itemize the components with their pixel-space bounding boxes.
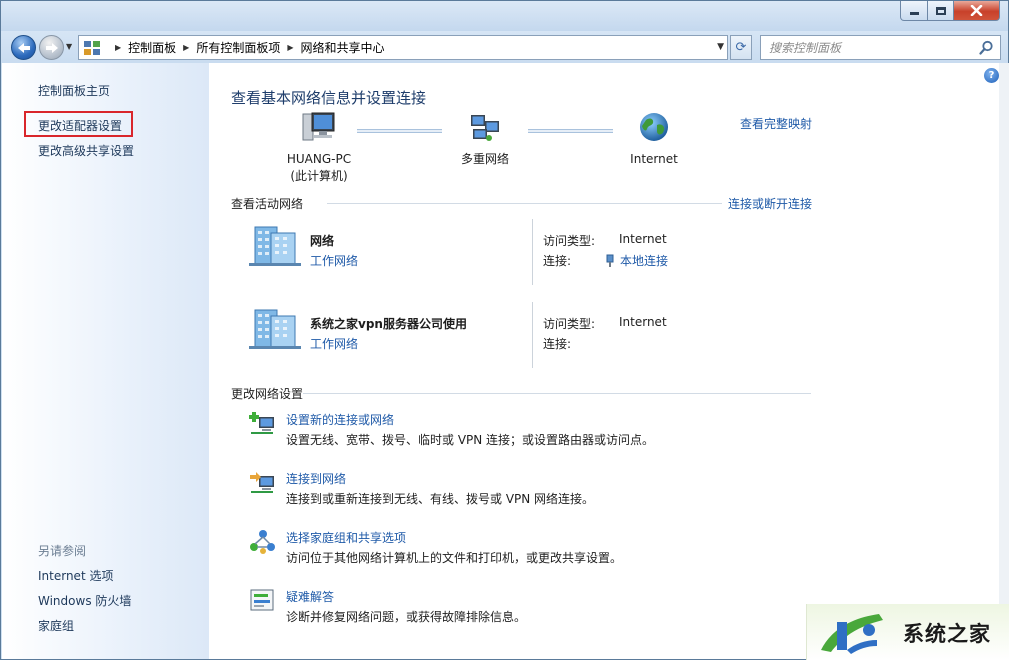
back-button[interactable]: [11, 35, 36, 60]
search-box: [760, 35, 1001, 60]
access-type-label: 访问类型:: [543, 317, 596, 331]
maximize-icon: [935, 6, 946, 15]
refresh-button[interactable]: ⟳: [730, 35, 752, 60]
sidebar: 控制面板主页 更改适配器设置 更改高级共享设置 另请参阅 Internet 选项…: [2, 63, 209, 659]
breadcrumb-network-center[interactable]: 网络和共享中心: [301, 39, 385, 56]
globe-icon: [640, 113, 668, 141]
close-icon: [970, 5, 983, 16]
multiple-networks-icon: [471, 115, 499, 141]
task-description: 连接到或重新连接到无线、有线、拨号或 VPN 网络连接。: [286, 492, 595, 506]
internet-label: Internet: [630, 152, 678, 166]
watermark-text: 系统之家: [903, 622, 991, 646]
address-bar[interactable]: ▶ 控制面板 ▶ 所有控制面板项 ▶ 网络和共享中心 ▼: [78, 35, 728, 60]
help-icon[interactable]: ?: [984, 68, 999, 83]
task-description: 设置无线、宽带、拨号、临时或 VPN 连接；或设置路由器或访问点。: [286, 433, 655, 447]
map-connection-line: [357, 129, 442, 133]
vertical-divider: [532, 302, 533, 368]
sidebar-item-internet-options[interactable]: Internet 选项: [38, 567, 113, 584]
recent-pages-dropdown[interactable]: ▼: [66, 42, 72, 51]
navigation-bar: ▼ ▶ 控制面板 ▶ 所有控制面板项 ▶ 网络和共享中心 ▼ ⟳: [1, 31, 1008, 63]
network-type-link[interactable]: 工作网络: [310, 335, 358, 352]
troubleshoot-icon[interactable]: [249, 588, 277, 614]
vertical-divider: [532, 219, 533, 285]
task-link[interactable]: 设置新的连接或网络: [286, 411, 394, 428]
network-type-link[interactable]: 工作网络: [310, 252, 358, 269]
breadcrumb-control-panel[interactable]: 控制面板: [128, 39, 176, 56]
task-item: 连接到网络 连接到或重新连接到无线、有线、拨号或 VPN 网络连接。: [249, 470, 809, 514]
task-item: 疑难解答 诊断并修复网络问题，或获得故障排除信息。: [249, 588, 809, 632]
see-also-heading: 另请参阅: [38, 544, 87, 558]
computer-subtitle: (此计算机): [290, 169, 348, 183]
page-title: 查看基本网络信息并设置连接: [231, 89, 427, 107]
task-link[interactable]: 连接到网络: [286, 470, 346, 487]
connection-label: 连接:: [543, 337, 572, 351]
access-type-value: Internet: [619, 315, 667, 329]
task-item: 设置新的连接或网络 设置无线、宽带、拨号、临时或 VPN 连接；或设置路由器或访…: [249, 411, 809, 455]
refresh-icon: ⟳: [735, 40, 747, 55]
task-link[interactable]: 选择家庭组和共享选项: [286, 529, 406, 546]
work-network-icon[interactable]: [249, 223, 301, 267]
connect-network-icon[interactable]: [249, 470, 277, 496]
breadcrumb-all-items[interactable]: 所有控制面板项: [196, 39, 280, 56]
map-node-multiple-networks[interactable]: 多重网络: [455, 111, 515, 168]
sidebar-item-homegroup[interactable]: 家庭组: [38, 617, 74, 634]
new-connection-icon[interactable]: [249, 411, 277, 437]
task-item: 选择家庭组和共享选项 访问位于其他网络计算机上的文件和打印机，或更改共享设置。: [249, 529, 809, 573]
scrollbar[interactable]: [999, 63, 1009, 659]
sidebar-item-home[interactable]: 控制面板主页: [38, 82, 110, 99]
minimize-button[interactable]: [900, 1, 928, 21]
computer-icon: [302, 112, 335, 141]
close-button[interactable]: [953, 1, 1000, 21]
change-settings-heading: 更改网络设置: [231, 387, 304, 401]
watermark: 系统之家: [806, 604, 1009, 660]
task-description: 访问位于其他网络计算机上的文件和打印机，或更改共享设置。: [286, 551, 623, 565]
forward-button[interactable]: [39, 35, 64, 60]
window: ▼ ▶ 控制面板 ▶ 所有控制面板项 ▶ 网络和共享中心 ▼ ⟳ 控制面板主页 …: [0, 0, 1009, 660]
section-divider: [303, 393, 811, 394]
forward-arrow-icon: [45, 42, 58, 53]
computer-name: HUANG-PC: [286, 152, 352, 166]
access-type-value: Internet: [619, 232, 667, 246]
chevron-right-icon: ▶: [115, 43, 122, 52]
full-map-link[interactable]: 查看完整映射: [740, 115, 812, 132]
active-network-item: 网络 工作网络 访问类型: Internet 连接: 本地连接: [249, 219, 829, 289]
main-content: ? 查看基本网络信息并设置连接 查看完整映射 HUANG-PC (此计算机) 多…: [209, 63, 999, 659]
connect-disconnect-link[interactable]: 连接或断开连接: [728, 195, 812, 212]
ethernet-icon: [606, 254, 614, 267]
map-node-computer: HUANG-PC (此计算机): [279, 111, 359, 185]
connection-label: 连接:: [543, 254, 572, 268]
section-divider: [327, 203, 722, 204]
search-input[interactable]: [769, 40, 969, 55]
sidebar-item-adapter-settings[interactable]: 更改适配器设置: [38, 117, 122, 134]
control-panel-icon: [84, 40, 102, 55]
chevron-right-icon[interactable]: ▶: [287, 43, 293, 52]
active-networks-heading: 查看活动网络: [231, 197, 304, 211]
access-type-label: 访问类型:: [543, 234, 596, 248]
minimize-icon: [909, 12, 919, 15]
network-name: 系统之家vpn服务器公司使用: [310, 317, 467, 331]
task-link[interactable]: 疑难解答: [286, 588, 334, 605]
search-icon[interactable]: [979, 40, 994, 55]
homegroup-icon[interactable]: [249, 529, 277, 555]
network-name: 网络: [310, 234, 335, 248]
sidebar-item-advanced-sharing[interactable]: 更改高级共享设置: [38, 142, 134, 159]
active-network-item: 系统之家vpn服务器公司使用 工作网络 访问类型: Internet 连接:: [249, 302, 829, 372]
back-arrow-icon: [17, 42, 30, 53]
chevron-right-icon[interactable]: ▶: [183, 43, 189, 52]
task-description: 诊断并修复网络问题，或获得故障排除信息。: [286, 610, 527, 624]
local-connection-link[interactable]: 本地连接: [605, 252, 668, 269]
multiple-networks-label: 多重网络: [460, 152, 509, 166]
map-connection-line: [528, 129, 613, 133]
sidebar-item-firewall[interactable]: Windows 防火墙: [38, 592, 131, 609]
map-node-internet[interactable]: Internet: [624, 111, 684, 168]
maximize-button[interactable]: [927, 1, 954, 21]
chevron-down-icon[interactable]: ▼: [717, 42, 724, 52]
connection-value[interactable]: 本地连接: [620, 252, 668, 269]
work-network-icon[interactable]: [249, 306, 301, 350]
logo-icon: [821, 614, 883, 654]
title-bar: [1, 1, 1008, 31]
